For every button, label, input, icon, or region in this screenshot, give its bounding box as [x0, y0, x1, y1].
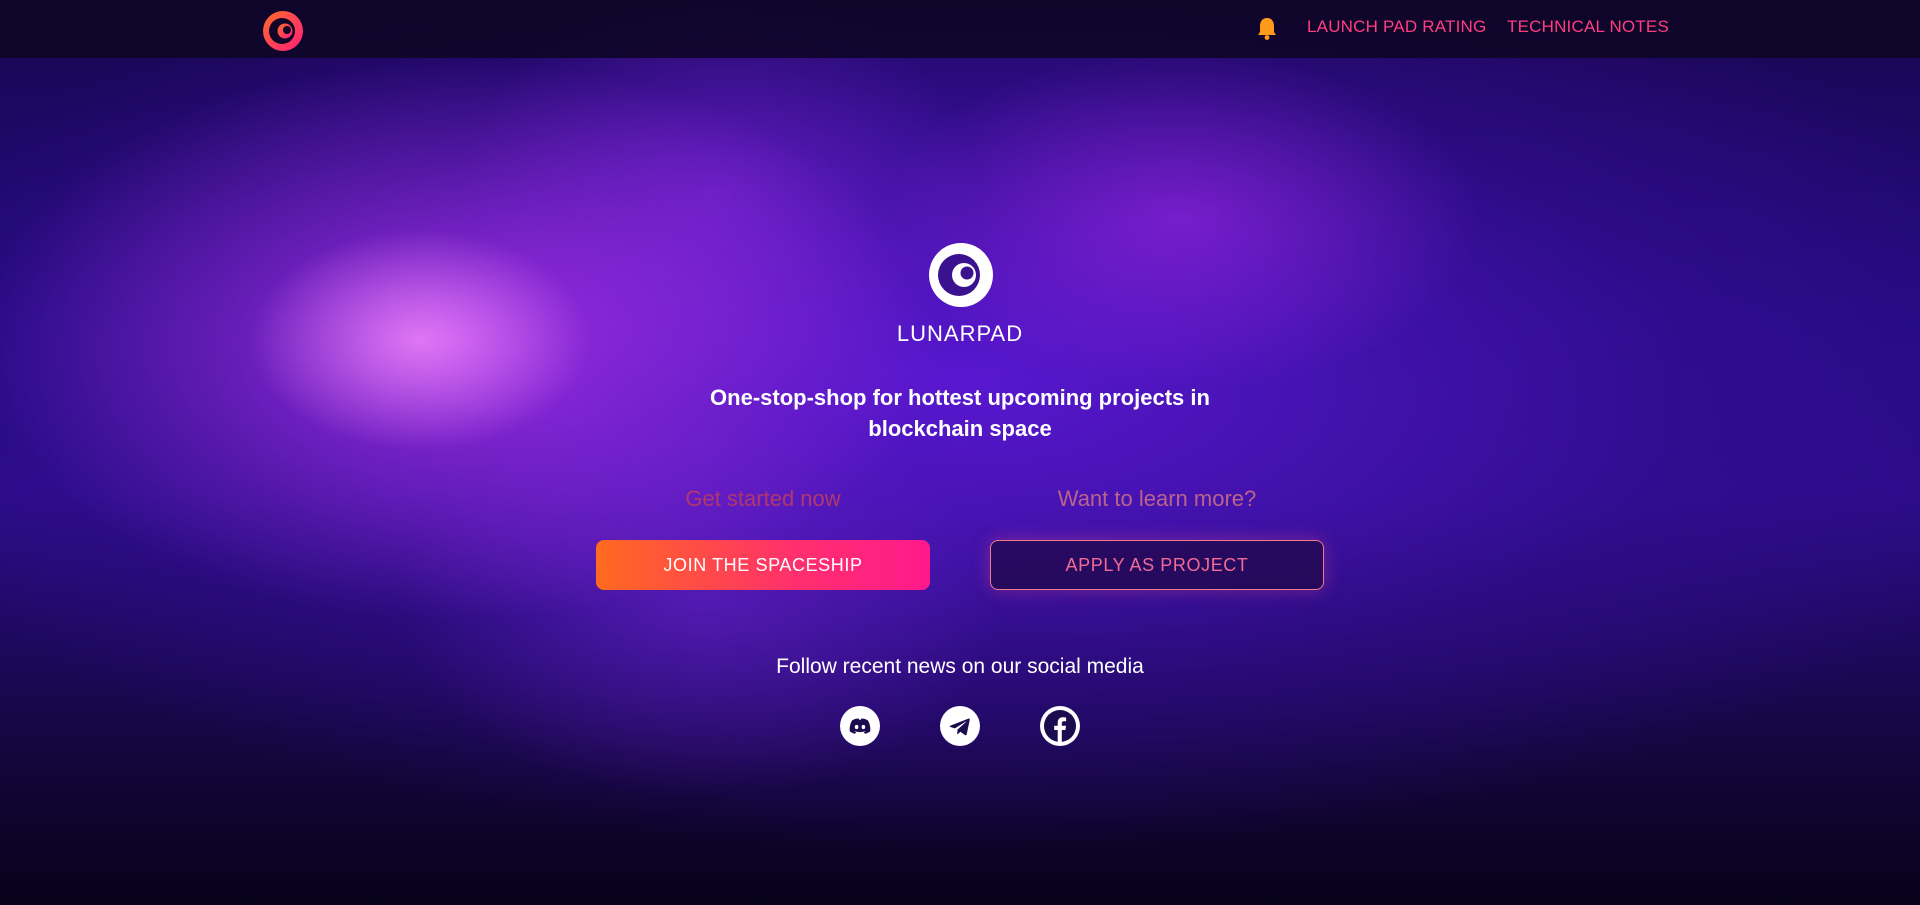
- discord-icon: [849, 718, 871, 734]
- bell-icon[interactable]: [1256, 16, 1278, 40]
- brand-name: LUNARPAD: [896, 321, 1024, 346]
- social-media-heading: Follow recent news on our social media: [776, 655, 1144, 678]
- telegram-link[interactable]: [940, 706, 980, 746]
- nav-launchpad-rating[interactable]: LAUNCH PAD RATING: [1307, 17, 1486, 37]
- nav-technical-notes[interactable]: TECHNICAL NOTES: [1507, 17, 1669, 37]
- lunarpad-hero-logo-icon: [929, 243, 993, 307]
- top-navigation-bar: LAUNCH PAD RATING TECHNICAL NOTES: [0, 0, 1920, 58]
- join-the-spaceship-button[interactable]: JOIN THE SPACESHIP: [596, 540, 930, 590]
- lunarpad-logo-icon[interactable]: [262, 10, 304, 52]
- facebook-link[interactable]: [1040, 706, 1080, 746]
- learn-more-label: Want to learn more?: [1057, 486, 1257, 511]
- facebook-icon: [1044, 710, 1076, 742]
- hero-tagline: One-stop-shop for hottest upcoming proje…: [710, 385, 1210, 441]
- discord-link[interactable]: [840, 706, 880, 746]
- telegram-icon: [949, 718, 970, 736]
- get-started-label: Get started now: [685, 486, 841, 511]
- apply-as-project-button[interactable]: APPLY AS PROJECT: [990, 540, 1324, 590]
